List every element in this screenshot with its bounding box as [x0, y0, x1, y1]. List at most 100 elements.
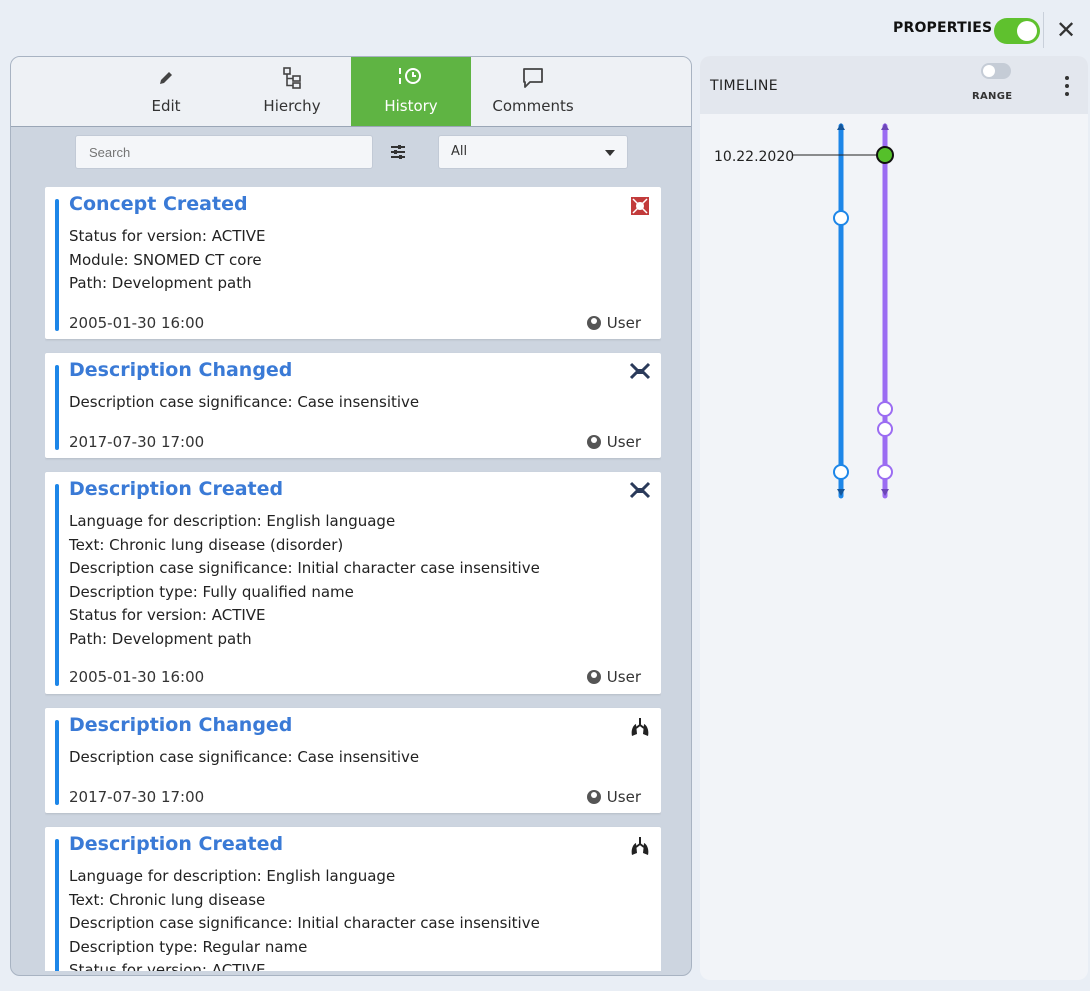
card-user: User	[586, 788, 641, 806]
history-panel: Edit Hierchy History Comments All	[10, 56, 692, 976]
detail-line: Status for version: ACTIVE	[69, 227, 266, 245]
card-date: 2017-07-30 17:00	[69, 433, 205, 451]
detail-line: Module: SNOMED CT core	[69, 250, 262, 269]
card-title: Description Created	[69, 478, 284, 500]
description-icon	[629, 481, 651, 499]
user-name: User	[606, 668, 641, 686]
card-date: 2017-07-30 17:00	[69, 788, 205, 806]
user-name: User	[606, 788, 641, 806]
sliders-icon	[391, 145, 405, 159]
close-icon: ✕	[1055, 16, 1077, 44]
detail-line: Path: Development path	[69, 274, 252, 292]
tab-comments[interactable]: Comments	[473, 57, 593, 126]
card-title: Description Changed	[69, 714, 293, 736]
card-details: Language for description: English langua…	[69, 865, 540, 971]
comment-icon	[473, 65, 593, 91]
history-list: Concept Created Status for version: ACTI…	[45, 187, 661, 971]
concept-icon	[631, 197, 649, 215]
card-details: Description case significance: Case inse…	[69, 746, 419, 770]
close-button[interactable]: ✕	[1052, 16, 1080, 44]
properties-label: PROPERTIES	[893, 20, 993, 36]
timeline-node	[877, 401, 893, 417]
timeline-arrow-top	[837, 123, 845, 130]
properties-toggle[interactable]	[994, 18, 1040, 44]
card-details: Status for version: ACTIVE Module: SNOME…	[69, 225, 266, 296]
timeline-panel: TIMELINE RANGE 10.22.2020	[700, 56, 1088, 980]
user-name: User	[606, 314, 641, 332]
history-icon	[351, 65, 471, 91]
timeline-arrow-bottom	[837, 489, 845, 496]
tab-label: Hierchy	[263, 97, 321, 115]
more-options-icon[interactable]	[1062, 74, 1072, 100]
tab-label: Comments	[492, 97, 574, 115]
detail-line: Description case significance: Case inse…	[69, 393, 420, 411]
divider	[1043, 12, 1044, 48]
card-date: 2005-01-30 16:00	[69, 314, 205, 332]
history-card[interactable]: Concept Created Status for version: ACTI…	[45, 187, 661, 339]
detail-line: Language for description: English langua…	[69, 512, 396, 530]
card-title: Description Created	[69, 833, 284, 855]
user-icon	[586, 670, 601, 684]
card-accent-bar	[55, 484, 59, 686]
hierarchy-icon	[232, 65, 352, 91]
card-details: Description case significance: Case inse…	[69, 391, 419, 415]
card-accent-bar	[55, 199, 59, 331]
timeline-arrow-top	[881, 123, 889, 130]
card-title: Description Changed	[69, 359, 293, 381]
description-icon	[629, 362, 651, 380]
tab-edit[interactable]: Edit	[106, 57, 226, 126]
card-accent-bar	[55, 839, 59, 971]
detail-line: Status for version: ACTIVE	[69, 606, 266, 624]
timeline-arrow-bottom	[881, 489, 889, 496]
user-icon	[586, 316, 601, 330]
detail-line: Status for version: ACTIVE	[69, 961, 266, 971]
lung-icon	[631, 718, 649, 736]
detail-line: Path: Development path	[69, 629, 252, 648]
timeline-node-selected	[876, 146, 894, 164]
search-input[interactable]	[75, 135, 373, 169]
history-card[interactable]: Description Created Language for descrip…	[45, 472, 661, 694]
user-icon	[586, 790, 601, 804]
timeline-node	[877, 421, 893, 437]
card-user: User	[586, 314, 641, 332]
timeline-graph[interactable]	[700, 114, 1088, 514]
top-bar: PROPERTIES ✕	[0, 0, 1090, 60]
detail-line: Description case significance: Initial c…	[69, 559, 540, 577]
tab-history[interactable]: History	[351, 57, 471, 126]
chevron-down-icon	[605, 150, 615, 156]
range-label: RANGE	[972, 91, 1013, 102]
user-icon	[586, 435, 601, 449]
card-user: User	[586, 668, 641, 686]
filter-select[interactable]: All	[438, 135, 628, 169]
filter-select-value: All	[451, 144, 468, 159]
tab-bar: Edit Hierchy History Comments	[11, 57, 691, 127]
detail-line: Description type: Regular name	[69, 937, 308, 956]
detail-line: Text: Chronic lung disease	[69, 890, 266, 909]
timeline-title: TIMELINE	[710, 78, 779, 94]
detail-line: Description case significance: Case inse…	[69, 748, 420, 766]
detail-line: Description case significance: Initial c…	[69, 914, 540, 932]
card-accent-bar	[55, 720, 59, 805]
pencil-icon	[106, 65, 226, 91]
timeline-node	[877, 464, 893, 480]
history-card[interactable]: Description Changed Description case sig…	[45, 708, 661, 813]
timeline-node	[833, 210, 849, 226]
tab-label: Edit	[151, 97, 181, 115]
timeline-node	[833, 464, 849, 480]
tab-hierchy[interactable]: Hierchy	[232, 57, 352, 126]
filter-button[interactable]	[383, 137, 413, 167]
toggle-knob	[1017, 21, 1037, 41]
range-toggle[interactable]	[981, 63, 1011, 79]
detail-line: Language for description: English langua…	[69, 867, 396, 885]
timeline-header: TIMELINE RANGE	[700, 56, 1088, 114]
detail-line: Description type: Fully qualified name	[69, 582, 354, 601]
card-date: 2005-01-30 16:00	[69, 668, 205, 686]
card-accent-bar	[55, 365, 59, 450]
detail-line: Text: Chronic lung disease (disorder)	[69, 535, 344, 554]
history-card[interactable]: Description Created Language for descrip…	[45, 827, 661, 971]
lung-icon	[631, 837, 649, 855]
card-details: Language for description: English langua…	[69, 510, 540, 651]
toggle-knob	[983, 65, 995, 77]
history-card[interactable]: Description Changed Description case sig…	[45, 353, 661, 458]
card-title: Concept Created	[69, 193, 248, 215]
